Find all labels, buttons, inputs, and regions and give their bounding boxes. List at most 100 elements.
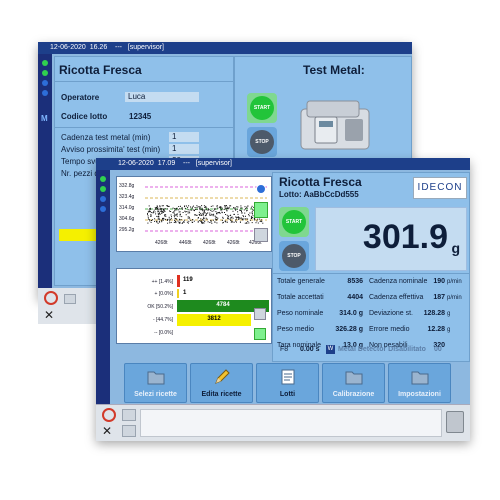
front-status-bar xyxy=(96,170,110,404)
status-led-icon xyxy=(42,90,48,96)
hist-value: 119 xyxy=(183,277,193,283)
chart-settings-icon[interactable] xyxy=(256,184,266,194)
stat-unit: p/min xyxy=(447,279,462,285)
x-tick-label: 4268t xyxy=(227,240,240,246)
status-led-icon xyxy=(42,60,48,66)
x-tick-label: 4468t xyxy=(179,240,192,246)
metal-detector-icon: W xyxy=(326,345,335,354)
front-window: 12-06-2020 17.09 --- [supervisor] 332.8g… xyxy=(96,158,470,441)
lot-code-label: Codice lotto xyxy=(61,112,108,121)
hist-value: 1 xyxy=(183,290,187,296)
folder-icon xyxy=(345,371,363,385)
lot-code-value: 12345 xyxy=(129,112,152,121)
stop-button[interactable]: STOP xyxy=(279,241,309,271)
f8-label: F8 xyxy=(280,346,289,353)
hist-bar-low: 3812 xyxy=(177,314,251,326)
histogram-export-icon[interactable] xyxy=(254,328,266,340)
stat-label: Peso medio xyxy=(277,326,314,333)
setting-field[interactable]: 1 xyxy=(169,132,199,142)
test-stop-button[interactable]: STOP xyxy=(247,127,277,157)
document-icon xyxy=(281,369,295,385)
y-tick-label: 323.4g xyxy=(119,194,135,200)
x-tick-label: 4268t xyxy=(203,240,216,246)
weight-value: 301.9 xyxy=(362,218,448,256)
pencil-icon xyxy=(215,369,230,384)
operator-field[interactable]: Luca xyxy=(125,92,199,102)
lot-label: Lotto: AaBbCcDd555 xyxy=(279,190,359,199)
select-recipes-button[interactable]: Selezi ricette xyxy=(124,363,187,403)
chart-zoom-icon[interactable] xyxy=(254,228,268,242)
scroll-down-button[interactable] xyxy=(122,425,136,437)
stat-value: 12.28 xyxy=(427,326,445,333)
status-led-icon xyxy=(100,196,106,202)
message-area xyxy=(140,409,442,437)
trash-icon[interactable] xyxy=(446,411,464,433)
hist-bar-high xyxy=(177,289,179,298)
power-icon[interactable] xyxy=(44,291,58,305)
folder-icon xyxy=(411,371,429,385)
stat-value: 128.28 xyxy=(423,310,445,317)
front-bottom-bar: ✕ xyxy=(96,404,470,441)
test-start-button[interactable]: START xyxy=(247,93,277,123)
network-icon: M xyxy=(41,114,48,123)
stat-unit: p/min xyxy=(447,295,462,301)
hist-label: ++ [1.4%] xyxy=(151,279,173,285)
folder-icon xyxy=(147,371,165,385)
x-tick-label: 4268t xyxy=(155,240,168,246)
test-metal-title: Test Metal: xyxy=(303,63,365,77)
weight-display: 301.9 g xyxy=(315,207,467,271)
stat-label: Deviazione st. xyxy=(369,310,413,317)
back-product-name: Ricotta Fresca xyxy=(59,63,142,77)
metal-detector-value: 00 xyxy=(434,346,442,353)
scroll-up-button[interactable] xyxy=(122,409,136,421)
chart-mode-icon[interactable] xyxy=(254,202,268,218)
back-titlebar: 12-06-2020 16.26 --- [supervisor] xyxy=(38,42,412,54)
histogram-reset-icon[interactable] xyxy=(254,308,266,320)
stat-label: Totale generale xyxy=(277,278,325,285)
status-led-icon xyxy=(100,176,106,182)
setting-field[interactable]: 1 xyxy=(169,144,199,154)
y-tick-label: 332.8g xyxy=(119,183,135,189)
metal-detector-status: Metal Detector Disabilitato xyxy=(338,346,426,353)
setting-label: Avviso prossimita' test (min) xyxy=(61,145,161,154)
setting-label: Nr. pezzi d xyxy=(61,169,99,178)
calibration-button[interactable]: Calibrazione xyxy=(322,363,385,403)
front-product-name: Ricotta Fresca xyxy=(279,175,362,189)
idecon-logo: IDECON xyxy=(413,177,467,199)
tools-icon[interactable]: ✕ xyxy=(44,308,54,322)
hist-label: OK [50.2%] xyxy=(147,304,173,310)
stat-unit: g xyxy=(447,311,451,317)
stat-label: Cadenza nominale xyxy=(369,278,428,285)
setting-label: Cadenza test metal (min) xyxy=(61,133,151,142)
stat-label: Peso nominale xyxy=(277,310,324,317)
trend-points xyxy=(147,205,265,224)
hist-bar-high-high xyxy=(177,275,180,287)
front-titlebar: 12-06-2020 17.09 --- [supervisor] xyxy=(96,158,470,170)
scroll-up-button[interactable] xyxy=(64,294,76,304)
weight-trend-chart: 332.8g 323.4g 314.0g 304.6g 295.2g 4268t… xyxy=(116,176,272,252)
stat-value: 314.0 g xyxy=(339,310,363,317)
stat-value: 4404 xyxy=(347,294,363,301)
metal-detector-image xyxy=(300,100,370,150)
y-tick-label: 304.6g xyxy=(119,216,135,222)
trend-plot xyxy=(145,186,267,232)
status-led-icon xyxy=(100,206,106,212)
weight-unit: g xyxy=(451,240,460,256)
hist-label: + [0.0%] xyxy=(154,291,173,297)
reject-histogram: ++ [1.4%] + [0.0%] OK [50.2%] - [44.7%] … xyxy=(116,268,272,344)
start-button[interactable]: START xyxy=(279,207,309,237)
back-status-bar: M xyxy=(38,54,52,290)
status-led-icon xyxy=(42,70,48,76)
settings-button[interactable]: Impostazioni xyxy=(388,363,451,403)
edit-recipes-button[interactable]: Edita ricette xyxy=(190,363,253,403)
back-bottom-strip: ✕ xyxy=(38,288,96,324)
stat-value: 8536 xyxy=(347,278,363,285)
status-led-icon xyxy=(42,80,48,86)
stat-label: Cadenza effettiva xyxy=(369,294,424,301)
y-tick-label: 314.0g xyxy=(119,205,135,211)
operator-label: Operatore xyxy=(61,93,100,102)
lots-button[interactable]: Lotti xyxy=(256,363,319,403)
y-tick-label: 295.2g xyxy=(119,227,135,233)
tools-icon[interactable]: ✕ xyxy=(102,424,112,438)
power-icon[interactable] xyxy=(102,408,116,422)
